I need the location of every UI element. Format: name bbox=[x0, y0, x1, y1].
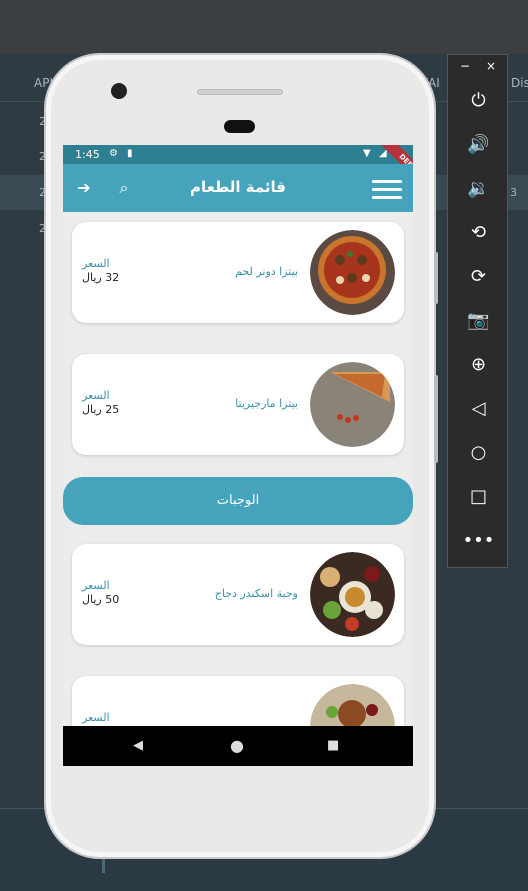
meal-image bbox=[310, 684, 395, 726]
power-button[interactable] bbox=[434, 375, 438, 463]
price-value: 32 ريال bbox=[82, 271, 120, 284]
meal-image bbox=[310, 552, 395, 637]
overview-icon[interactable]: □ bbox=[448, 475, 509, 519]
app-screen: 1:45 ⚙ ▮ ▼ ◢ ▮ DEBUG ➔ ⌕ قائمة الطعام بي… bbox=[63, 145, 413, 766]
app-title: قائمة الطعام bbox=[190, 178, 286, 196]
zoom-icon[interactable]: ⊕ bbox=[448, 343, 509, 387]
settings-icon: ⚙ bbox=[109, 148, 118, 159]
earpiece-speaker bbox=[197, 89, 283, 95]
volume-button[interactable] bbox=[434, 252, 438, 304]
app-bar: ➔ ⌕ قائمة الطعام bbox=[63, 164, 413, 212]
volume-up-icon[interactable]: 🔊 bbox=[448, 123, 509, 167]
item-name: بيتزا مارجيريتا bbox=[235, 397, 298, 410]
list-item[interactable]: بيتزا مارجيريتا السعر 25 ريال bbox=[72, 354, 404, 455]
price-label: السعر bbox=[82, 257, 110, 270]
emulator-toolbar: − × ⏻ 🔊 🔉 ⟲ ⟳ 📷 ⊕ ◁ ○ □ ••• bbox=[447, 54, 508, 568]
price-label: السعر bbox=[82, 711, 110, 724]
status-bar: 1:45 ⚙ ▮ ▼ ◢ ▮ bbox=[63, 145, 413, 164]
close-button[interactable]: × bbox=[486, 59, 496, 73]
proximity-sensor bbox=[224, 120, 255, 133]
price-label: السعر bbox=[82, 579, 110, 592]
list-item[interactable]: بيتزا دونر لحم السعر 32 ريال bbox=[72, 222, 404, 323]
ide-toolbar bbox=[0, 0, 528, 54]
back-icon[interactable]: ◁ bbox=[448, 387, 509, 431]
power-icon[interactable]: ⏻ bbox=[448, 79, 509, 123]
search-icon[interactable]: ⌕ bbox=[112, 176, 136, 200]
status-time: 1:45 bbox=[75, 148, 100, 161]
home-icon[interactable]: ● bbox=[230, 736, 244, 755]
front-camera bbox=[111, 83, 127, 99]
android-nav-bar: ◀ ● ■ bbox=[63, 726, 413, 766]
home-icon[interactable]: ○ bbox=[448, 431, 509, 475]
rotate-left-icon[interactable]: ⟲ bbox=[448, 211, 509, 255]
price-value: 50 ريال bbox=[82, 593, 120, 606]
ide-scroll-marker bbox=[102, 859, 105, 873]
more-icon[interactable]: ••• bbox=[448, 519, 509, 563]
ide-cell: 3 bbox=[510, 186, 517, 199]
menu-icon[interactable] bbox=[372, 180, 402, 200]
item-name: بيتزا دونر لحم bbox=[235, 265, 298, 278]
volume-down-icon[interactable]: 🔉 bbox=[448, 167, 509, 211]
rotate-right-icon[interactable]: ⟳ bbox=[448, 255, 509, 299]
list-item[interactable]: وجبة اسكندر دجاج السعر 50 ريال bbox=[72, 544, 404, 645]
back-icon[interactable]: ◀ bbox=[133, 738, 143, 753]
sdcard-icon: ▮ bbox=[127, 148, 133, 159]
list-item[interactable]: السعر bbox=[72, 676, 404, 726]
recents-icon[interactable]: ■ bbox=[327, 738, 339, 753]
camera-icon[interactable]: 📷 bbox=[448, 299, 509, 343]
section-meals-button[interactable]: الوجبات bbox=[63, 477, 413, 525]
minimize-button[interactable]: − bbox=[460, 59, 470, 73]
arrow-forward-icon[interactable]: ➔ bbox=[72, 176, 96, 200]
ide-column-dis[interactable]: Dis bbox=[511, 76, 528, 90]
price-label: السعر bbox=[82, 389, 110, 402]
price-value: 25 ريال bbox=[82, 403, 120, 416]
menu-list[interactable]: بيتزا دونر لحم السعر 32 ريال بيتزا مارجي… bbox=[63, 212, 413, 726]
pizza-image bbox=[310, 362, 395, 447]
pizza-image bbox=[310, 230, 395, 315]
item-name: وجبة اسكندر دجاج bbox=[214, 587, 298, 600]
